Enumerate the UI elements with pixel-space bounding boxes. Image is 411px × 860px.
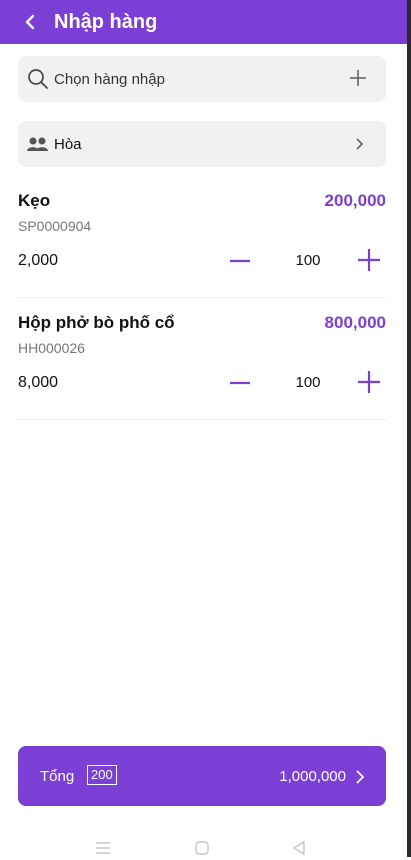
list-item[interactable]: Kẹo 200,000 SP0000904 2,000 100 <box>18 191 386 298</box>
divider <box>18 297 386 298</box>
list-item[interactable]: Hộp phở bò phố cổ 800,000 HH000026 8,000… <box>18 313 386 420</box>
quantity-value[interactable]: 100 <box>288 252 328 269</box>
app-header: Nhập hàng <box>0 0 407 44</box>
home-icon[interactable] <box>195 841 209 860</box>
plus-icon[interactable] <box>356 369 382 395</box>
quantity-value[interactable]: 100 <box>288 374 328 391</box>
item-total: 200,000 <box>324 191 386 210</box>
product-search-field[interactable]: Chọn hàng nhập <box>18 56 386 102</box>
supplier-name: Hòa <box>54 135 82 153</box>
supplier-selector[interactable]: Hòa <box>18 121 386 167</box>
page-title: Nhập hàng <box>54 10 158 33</box>
divider <box>18 419 386 420</box>
back-arrow-icon[interactable] <box>18 10 42 34</box>
item-code: SP0000904 <box>18 218 92 234</box>
item-total: 800,000 <box>324 313 386 332</box>
search-placeholder: Chọn hàng nhập <box>54 70 165 88</box>
minus-icon[interactable] <box>228 371 252 395</box>
users-icon <box>26 136 50 152</box>
total-label: Tổng <box>40 768 75 785</box>
search-icon <box>26 67 50 91</box>
chevron-right-icon <box>354 770 366 784</box>
total-count-badge: 200 <box>87 765 117 785</box>
system-nav-bar <box>0 837 407 857</box>
add-product-plus-icon[interactable] <box>346 66 370 90</box>
item-price[interactable]: 2,000 <box>18 252 58 270</box>
item-name: Kẹo <box>18 191 51 210</box>
total-amount: 1,000,000 <box>279 768 346 785</box>
minus-icon[interactable] <box>228 249 252 273</box>
menu-icon[interactable] <box>95 841 111 860</box>
chevron-right-icon <box>352 137 366 151</box>
item-name: Hộp phở bò phố cổ <box>18 313 175 332</box>
item-code: HH000026 <box>18 340 85 356</box>
back-triangle-icon[interactable] <box>292 840 306 860</box>
total-bar-button[interactable]: Tổng 200 1,000,000 <box>18 746 386 806</box>
item-price[interactable]: 8,000 <box>18 374 58 392</box>
plus-icon[interactable] <box>356 247 382 273</box>
screen-edge <box>407 0 411 857</box>
